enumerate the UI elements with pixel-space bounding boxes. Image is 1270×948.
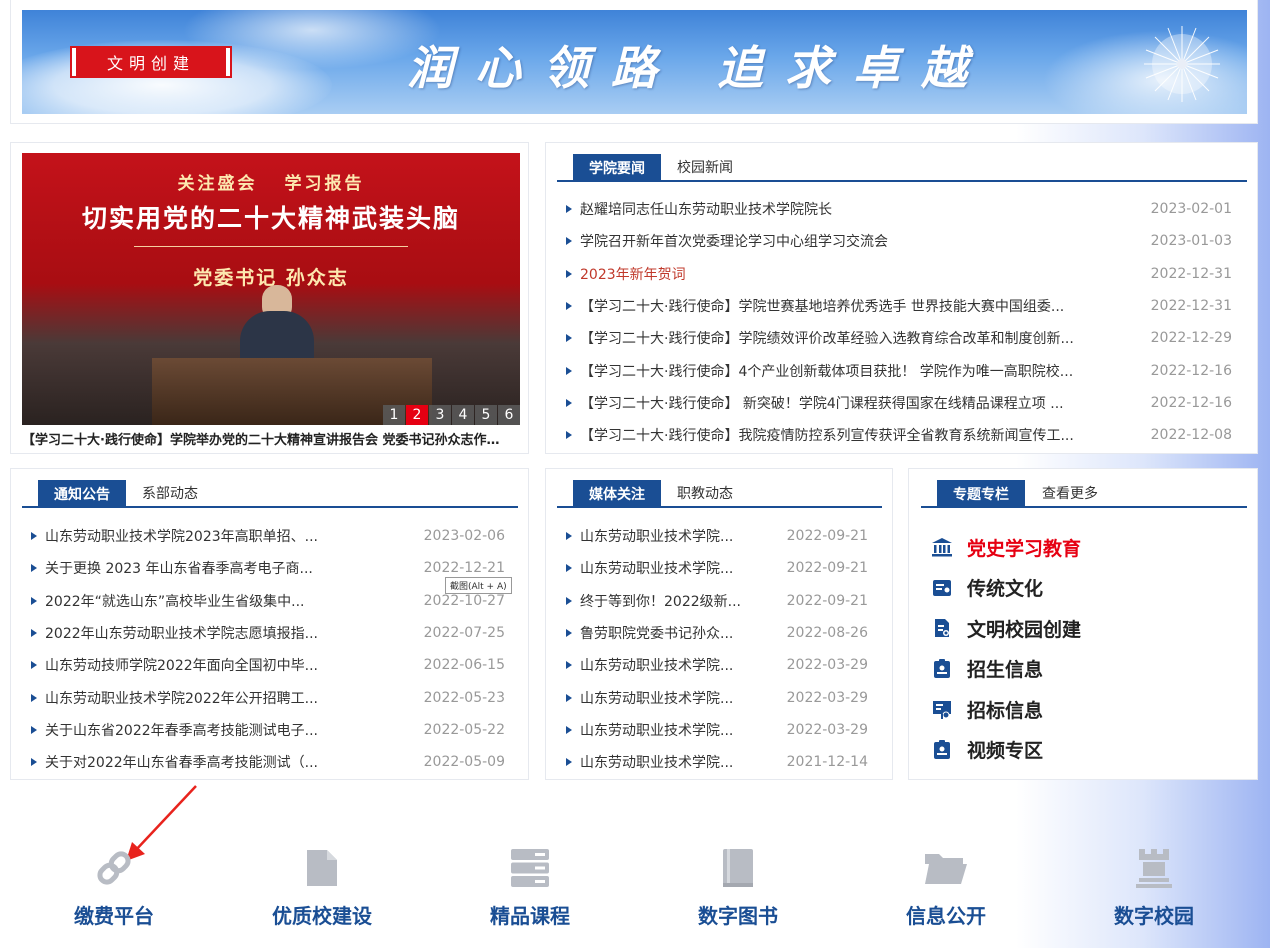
screenshot-tooltip: 截图(Alt + A) (445, 577, 512, 594)
file-icon (242, 848, 402, 888)
notices-panel: 通知公告 系部动态 山东劳动职业技术学院2023年高职单招、... 2023-02… (10, 468, 529, 780)
banner-badge: 文明创建 (72, 48, 230, 76)
list-item[interactable]: 山东劳动职业技术学院... 2021-12-14 (566, 746, 868, 778)
quick-link-label: 数字图书 (698, 904, 778, 928)
slide-caption-link[interactable]: 【学习二十大·践行使命】学院举办党的二十大精神宣讲报告会 党委书记孙众志作专题.… (22, 429, 512, 448)
topics-panel: 专题专栏 查看更多 党史学习教育 传统文化 文明校园创建 招生信息 招标信息 视… (908, 468, 1258, 780)
topic-admissions[interactable]: 招生信息 (931, 649, 1081, 690)
topic-label: 文明校园创建 (967, 618, 1082, 641)
quick-link-label: 精品课程 (490, 904, 570, 928)
quick-link-courses[interactable]: 精品课程 (450, 848, 610, 929)
list-item[interactable]: 关于山东省2022年春季高考技能测试电子... 2022-05-22 (31, 714, 505, 746)
topic-label: 招生信息 (967, 659, 1044, 682)
quick-link-info-disclosure[interactable]: 信息公开 (866, 848, 1026, 929)
topic-label: 视频专区 (967, 740, 1044, 763)
list-item[interactable]: 【学习二十大·践行使命】4个产业创新载体项目获批！ 学院作为唯一高职院校... 2… (566, 354, 1232, 386)
slide-page-1[interactable]: 1 (383, 405, 405, 425)
media-list: 山东劳动职业技术学院... 2022-09-21 山东劳动职业技术学院... 202… (566, 520, 868, 778)
list-item[interactable]: 山东劳动职业技术学院... 2022-03-29 (566, 714, 868, 746)
slideshow-image[interactable]: 关注盛会 学习报告 切实用党的二十大精神武装头脑 党委书记 孙众志 1 2 3 … (22, 153, 520, 425)
list-item[interactable]: 2023年新年贺词 2022-12-31 (566, 258, 1232, 290)
topic-civilized-campus[interactable]: 文明校园创建 (931, 608, 1081, 649)
list-item[interactable]: 赵耀培同志任山东劳动职业技术学院院长 2023-02-01 (566, 193, 1232, 225)
list-item[interactable]: 2022年山东劳动职业技术学院志愿填报指... 2022-07-25 (31, 617, 505, 649)
quick-link-quality-school[interactable]: 优质校建设 (242, 848, 402, 929)
media-panel: 媒体关注 职教动态 山东劳动职业技术学院... 2022-09-21 山东劳动职业… (545, 468, 893, 780)
quick-link-label: 数字校园 (1114, 904, 1194, 928)
server-icon (450, 848, 610, 888)
topic-label: 党史学习教育 (967, 537, 1082, 560)
list-item[interactable]: 山东劳动技师学院2022年面向全国初中毕... 2022-06-15 (31, 649, 505, 681)
badge-icon (931, 658, 953, 680)
list-item[interactable]: 山东劳动职业技术学院2023年高职单招、... 2023-02-06 (31, 520, 505, 552)
tab-campus-news[interactable]: 校园新闻 (677, 154, 733, 180)
slide-page-5[interactable]: 5 (475, 405, 497, 425)
folder-icon (866, 848, 1026, 888)
book-icon (658, 848, 818, 888)
college-news-panel: 学院要闻 校园新闻 赵耀培同志任山东劳动职业技术学院院长 2023-02-01 学… (545, 142, 1258, 454)
list-item[interactable]: 关于对2022年山东省春季高考技能测试（... 2022-05-09 (31, 746, 505, 778)
tab-vocational-news[interactable]: 职教动态 (677, 480, 733, 506)
list-item[interactable]: 山东劳动职业技术学院... 2022-09-21 (566, 520, 868, 552)
banner-panel: 文明创建 润心领路 追求卓越 (10, 0, 1258, 124)
quick-link-label: 缴费平台 (74, 904, 154, 928)
tab-department-news[interactable]: 系部动态 (142, 480, 198, 506)
topic-party-history[interactable]: 党史学习教育 (931, 527, 1081, 568)
slide-page-2[interactable]: 2 (406, 405, 428, 425)
quick-link-label: 信息公开 (906, 904, 986, 928)
bank-icon (931, 536, 953, 558)
topic-bidding[interactable]: 招标信息 (931, 689, 1081, 730)
slide-page-6[interactable]: 6 (498, 405, 520, 425)
quick-link-digital-library[interactable]: 数字图书 (658, 848, 818, 929)
chess-rook-icon (1074, 848, 1234, 888)
slideshow-panel: 关注盛会 学习报告 切实用党的二十大精神武装头脑 党委书记 孙众志 1 2 3 … (10, 142, 529, 454)
topic-traditional-culture[interactable]: 传统文化 (931, 568, 1081, 609)
slide-pager: 1 2 3 4 5 6 (382, 405, 520, 425)
list-item[interactable]: 山东劳动职业技术学院... 2022-03-29 (566, 681, 868, 713)
list-item[interactable]: 【学习二十大·践行使命】学院世赛基地培养优秀选手 世界技能大赛中国组委... 20… (566, 290, 1232, 322)
college-news-list: 赵耀培同志任山东劳动职业技术学院院长 2023-02-01 学院召开新年首次党委理… (566, 193, 1232, 451)
badge-icon (931, 739, 953, 761)
slide-divider (134, 246, 408, 247)
banner-slogan: 润心领路 追求卓越 (407, 41, 990, 95)
view-more-link[interactable]: 查看更多 (1042, 480, 1098, 506)
list-item[interactable]: 学院召开新年首次党委理论学习中心组学习交流会 2023-01-03 (566, 225, 1232, 257)
list-item[interactable]: 关于更换 2023 年山东省春季高考电子商... 2022-12-21 (31, 552, 505, 584)
topic-video[interactable]: 视频专区 (931, 730, 1081, 771)
topic-label: 传统文化 (967, 578, 1044, 601)
link-icon (34, 848, 194, 888)
slide-page-3[interactable]: 3 (429, 405, 451, 425)
presentation-icon (931, 698, 953, 720)
list-item[interactable]: 【学习二十大·践行使命】 新突破！学院4门课程获得国家在线精品课程立项 ... 2… (566, 387, 1232, 419)
list-item[interactable]: 山东劳动职业技术学院... 2022-09-21 (566, 552, 868, 584)
document-icon (931, 617, 953, 639)
list-item[interactable]: 终于等到你！2022级新... 2022-09-21 (566, 585, 868, 617)
list-item[interactable]: 鲁劳职院党委书记孙众... 2022-08-26 (566, 617, 868, 649)
tab-media[interactable]: 媒体关注 (573, 480, 661, 508)
list-item[interactable]: 山东劳动职业技术学院2022年公开招聘工... 2022-05-23 (31, 681, 505, 713)
list-item[interactable]: 【学习二十大·践行使命】我院疫情防控系列宣传获评全省教育系统新闻宣传工... 20… (566, 419, 1232, 451)
tab-topics[interactable]: 专题专栏 (937, 480, 1025, 508)
dandelion-icon (1144, 26, 1220, 102)
quick-link-label: 优质校建设 (272, 904, 372, 928)
tab-notices[interactable]: 通知公告 (38, 480, 126, 508)
topics-list: 党史学习教育 传统文化 文明校园创建 招生信息 招标信息 视频专区 (931, 527, 1081, 770)
tab-college-news[interactable]: 学院要闻 (573, 154, 661, 182)
slide-title: 切实用党的二十大精神武装头脑 (81, 204, 460, 233)
topic-label: 招标信息 (967, 699, 1044, 722)
certificate-icon (931, 577, 953, 599)
list-item[interactable]: 山东劳动职业技术学院... 2022-03-29 (566, 649, 868, 681)
slide-subtitle: 关注盛会 学习报告 (177, 174, 365, 194)
banner: 文明创建 润心领路 追求卓越 (22, 10, 1247, 114)
slide-page-4[interactable]: 4 (452, 405, 474, 425)
quick-link-payment[interactable]: 缴费平台 (34, 848, 194, 929)
list-item[interactable]: 【学习二十大·践行使命】学院绩效评价改革经验入选教育综合改革和制度创新... 20… (566, 322, 1232, 354)
list-item[interactable]: 2022年“就选山东”高校毕业生省级集中... 2022-10-27 (31, 585, 505, 617)
notices-list: 山东劳动职业技术学院2023年高职单招、... 2023-02-06 关于更换 2… (31, 520, 505, 778)
quick-link-digital-campus[interactable]: 数字校园 (1074, 848, 1234, 929)
